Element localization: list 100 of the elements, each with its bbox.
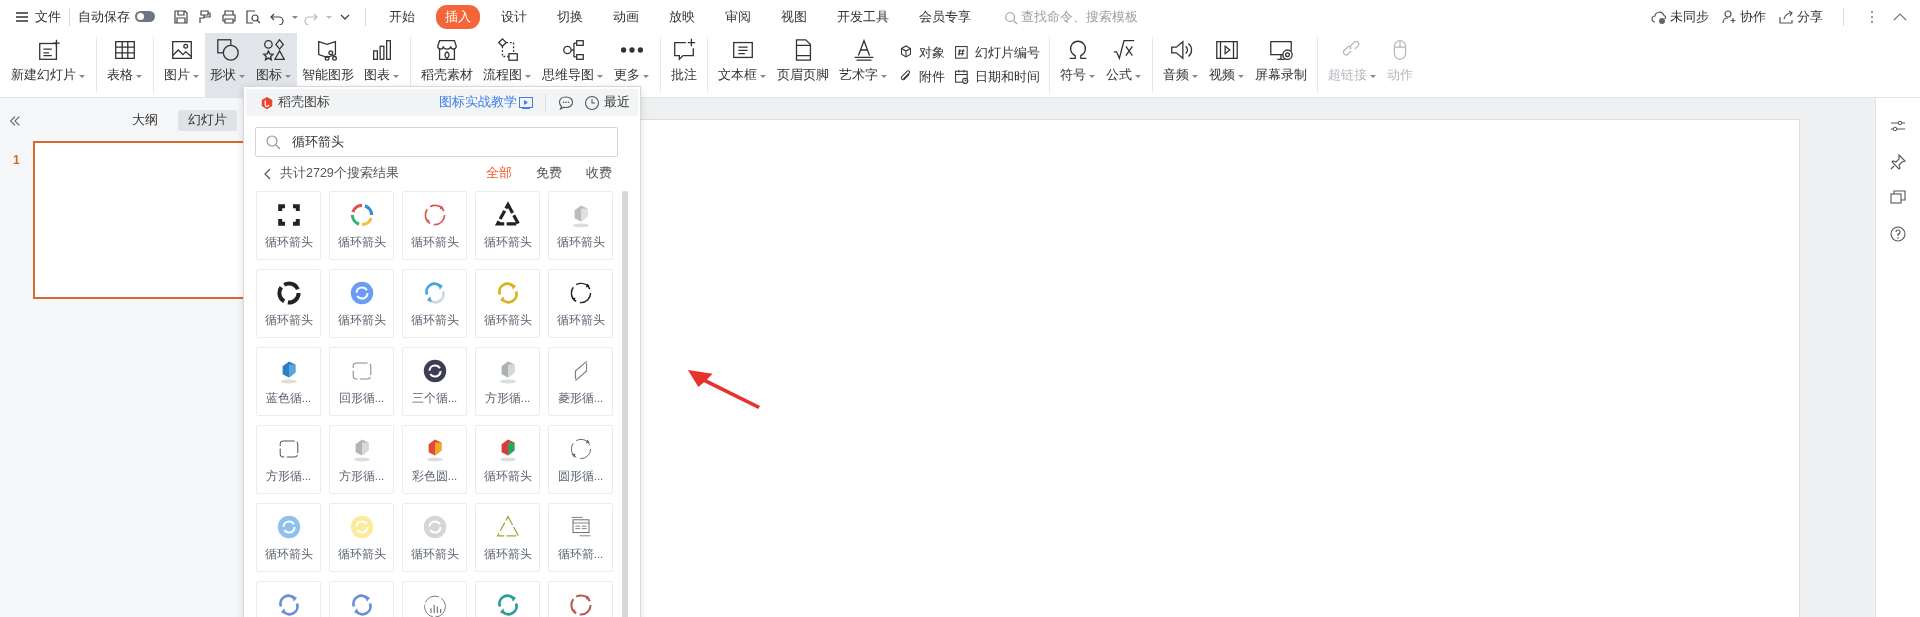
icon-result-label: 循环箭头 <box>483 313 532 328</box>
clock-icon <box>584 94 600 111</box>
icon-result-label: 圆形循... <box>557 469 604 484</box>
search-icon <box>265 134 281 150</box>
shapes-icon <box>215 37 241 63</box>
ribbon-button[interactable]: 视频 <box>1204 33 1250 97</box>
ribbon-tab[interactable]: 视图 <box>772 4 816 29</box>
ribbon-button[interactable]: 屏幕录制 <box>1250 33 1312 97</box>
icon-result-label: 循环箭头 <box>483 469 532 484</box>
ribbon-button[interactable]: 幻灯片编号 <box>953 44 1040 62</box>
icon-result-card[interactable]: 三个循... <box>402 347 467 416</box>
filter-tab[interactable]: 全部 <box>486 165 512 182</box>
ribbon-tab[interactable]: 动画 <box>604 4 648 29</box>
ribbon-button[interactable]: 新建幻灯片 <box>6 33 91 97</box>
filter-tab[interactable]: 免费 <box>536 165 562 182</box>
ribbon-button[interactable]: 符号 <box>1055 33 1101 97</box>
copy-icon[interactable] <box>1890 190 1906 206</box>
sync-status[interactable]: 未同步 <box>1651 7 1709 26</box>
ribbon-tab[interactable]: 审阅 <box>716 4 760 29</box>
ribbon-button[interactable]: 日期和时间 <box>953 68 1040 86</box>
ribbon-button[interactable]: 附件 <box>897 68 945 86</box>
icon-result-label: 循环箭头 <box>483 235 532 250</box>
ribbon-button[interactable]: 形状 <box>205 33 251 97</box>
icon-result-card[interactable]: 循环箭头 <box>329 191 394 260</box>
ribbon-button[interactable]: 公式 <box>1101 33 1147 97</box>
icon-result-card[interactable]: 循环箭头 <box>256 269 321 338</box>
icon-result-card[interactable]: 方形循... <box>475 347 540 416</box>
pane-tab[interactable]: 幻灯片 <box>178 110 237 131</box>
icon-result-card[interactable]: 循环箭头 <box>475 503 540 572</box>
share-icon <box>1778 8 1794 25</box>
ribbon-tab[interactable]: 设计 <box>492 4 536 29</box>
icon-result-label: 回形循... <box>338 391 385 406</box>
icon-result-card[interactable]: 菱形循... <box>548 347 613 416</box>
icon-result-card[interactable]: 循环箭头 <box>329 269 394 338</box>
icon-result-card[interactable]: 循环箭头 <box>402 269 467 338</box>
icon-result-label: 蓝色循... <box>265 391 312 406</box>
icon-result-label: 循环箭头 <box>556 313 605 328</box>
logo-icon <box>260 95 274 110</box>
icon-result-card[interactable]: 循环箭头 <box>329 503 394 572</box>
ribbon-tab[interactable]: 会员专享 <box>910 4 980 29</box>
recent-button[interactable]: 最近 <box>584 94 630 111</box>
file-menu[interactable]: 文件 <box>14 7 61 26</box>
command-search-field[interactable]: 查找命令、搜索模板 <box>1002 7 1151 26</box>
ribbon-button[interactable]: 页眉页脚 <box>772 33 834 97</box>
pin-icon[interactable] <box>1890 154 1906 170</box>
ribbon-button[interactable]: 音频 <box>1158 33 1204 97</box>
play-icon <box>519 96 533 109</box>
icon-result-card[interactable]: 循环箭头 <box>475 191 540 260</box>
icon-result-card[interactable]: 彩色圆... <box>402 425 467 494</box>
pane-tab[interactable]: 大纲 <box>122 110 168 131</box>
icon-result-card[interactable]: 循环箭头 <box>475 425 540 494</box>
ribbon-button[interactable]: 文本框 <box>713 33 772 97</box>
icon-result-card[interactable]: 圆形循... <box>548 425 613 494</box>
panel-title: 稻壳图标 <box>278 94 330 111</box>
ribbon-tab[interactable]: 切换 <box>548 4 592 29</box>
collapse-pane-icon[interactable] <box>8 113 22 128</box>
icon-search-field[interactable]: 循环箭头 <box>255 127 618 157</box>
icon-result-card[interactable]: 循环箭... <box>548 503 613 572</box>
icon-result-card[interactable]: 循环箭头 <box>402 503 467 572</box>
ribbon-button[interactable]: 艺术字 <box>834 33 893 97</box>
icon-result-label: 方形循... <box>484 391 531 406</box>
icon-result-card[interactable]: 方形循... <box>256 425 321 494</box>
chat-icon[interactable] <box>558 94 574 111</box>
collaborate-button[interactable]: 协作 <box>1721 7 1766 26</box>
icon-result-card[interactable]: 方形循... <box>329 425 394 494</box>
format-painter-icon[interactable] <box>197 8 213 25</box>
icon-result-card[interactable]: 循环箭头 <box>256 503 321 572</box>
filter-tab[interactable]: 收费 <box>586 165 612 182</box>
ribbon-button[interactable]: 图片 <box>159 33 205 97</box>
ribbon-button[interactable]: 批注 <box>666 33 702 97</box>
icon-result-card[interactable]: 循环箭头 <box>475 269 540 338</box>
icon-result-card[interactable]: 回形循... <box>329 347 394 416</box>
share-button[interactable]: 分享 <box>1778 7 1823 26</box>
icon-result-label: 循环箭... <box>557 547 604 562</box>
icon-result-label: 循环箭头 <box>556 235 605 250</box>
autosave-toggle[interactable] <box>135 11 155 22</box>
ribbon-button[interactable]: 对象 <box>897 44 945 62</box>
ribbon-tab[interactable]: 开始 <box>380 4 424 29</box>
icon-result-label: 三个循... <box>411 391 458 406</box>
result-count: 共计2729个搜索结果 <box>280 165 399 182</box>
help-icon[interactable] <box>1890 226 1906 242</box>
ribbon-button[interactable]: 图表 <box>359 33 405 97</box>
print-preview-icon[interactable] <box>245 8 261 25</box>
icon-result-label: 循环箭头 <box>337 235 386 250</box>
scrollbar-thumb[interactable] <box>622 191 628 617</box>
tutorial-link[interactable]: 图标实战教学 <box>439 94 533 111</box>
sliders-icon[interactable] <box>1890 118 1906 134</box>
icon-result-card[interactable]: 蓝色循... <box>256 347 321 416</box>
save-icon[interactable] <box>173 8 189 25</box>
icon-result-card[interactable]: 循环箭头 <box>256 191 321 260</box>
ribbon-button[interactable]: 表格 <box>102 33 148 97</box>
slide-thumbnail[interactable] <box>32 141 245 299</box>
icon-result-card[interactable]: 循环箭头 <box>548 269 613 338</box>
ribbon-tab[interactable]: 放映 <box>660 4 704 29</box>
icon-result-label: 循环箭头 <box>483 547 532 562</box>
print-icon[interactable] <box>221 8 237 25</box>
symbols-icon <box>261 37 287 63</box>
ribbon-tab[interactable]: 开发工具 <box>828 4 898 29</box>
icon-result-card[interactable]: 循环箭头 <box>402 191 467 260</box>
icon-result-card[interactable]: 循环箭头 <box>548 191 613 260</box>
